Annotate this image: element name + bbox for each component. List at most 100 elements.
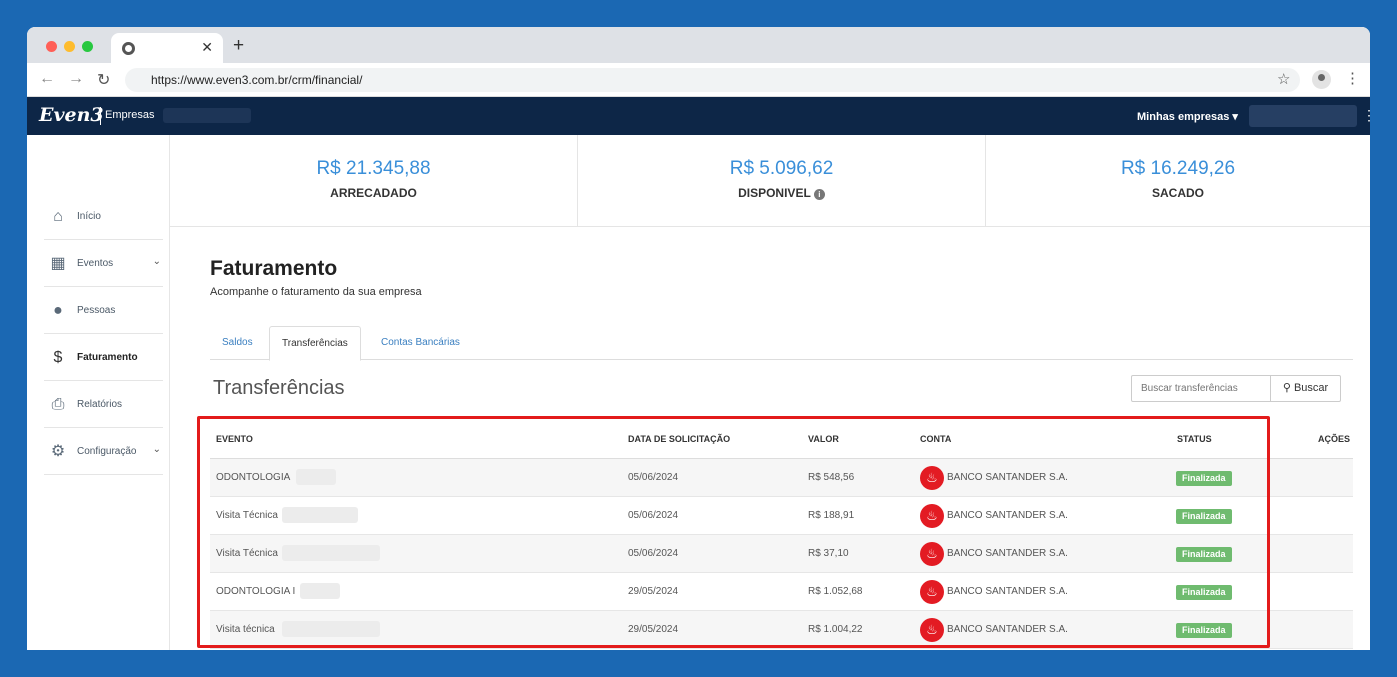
page-title: Faturamento: [210, 257, 338, 280]
stat-value: R$ 16.249,26: [1120, 158, 1236, 179]
redacted-text: [300, 583, 340, 599]
sidebar-item-pessoas[interactable]: ● Pessoas: [44, 287, 163, 334]
cell-account: BANCO SANTANDER S.A.: [947, 548, 1068, 559]
section-title: Transferências: [213, 377, 345, 399]
tab-contas-bancarias[interactable]: Contas Bancárias: [369, 326, 472, 360]
stat-value: R$ 21.345,88: [316, 158, 431, 179]
table-row[interactable]: Visita Técnica 05/06/2024 R$ 188,91 ♨ BA…: [210, 497, 1353, 535]
table-row[interactable]: ODONTOLOGIA I 29/05/2024 R$ 1.052,68 ♨ B…: [210, 573, 1353, 611]
main-panel: Faturamento Acompanhe o faturamento da s…: [170, 227, 1370, 650]
browser-tab[interactable]: ✕: [111, 33, 223, 63]
status-badge: Finalizada: [1176, 585, 1232, 600]
stat-label: ARRECADADO: [330, 186, 417, 200]
table-header: EVENTO DATA DE SOLICITAÇÃO VALOR CONTA S…: [210, 424, 1353, 459]
minimize-window-button[interactable]: [64, 41, 75, 52]
search-button[interactable]: ⚲ Buscar: [1270, 375, 1341, 402]
tab-transferencias[interactable]: Transferências: [269, 326, 361, 361]
header-divider: [100, 107, 101, 125]
sidebar-item-relatorios[interactable]: ⎙ Relatórios: [44, 381, 163, 428]
redacted-text: [282, 621, 380, 637]
search-button-label: Buscar: [1293, 382, 1329, 394]
maximize-window-button[interactable]: [82, 41, 93, 52]
column-header-conta[interactable]: CONTA: [920, 434, 951, 444]
santander-logo-icon: ♨: [920, 504, 944, 528]
cell-account: BANCO SANTANDER S.A.: [947, 472, 1068, 483]
browser-tabbar: ✕ +: [27, 27, 1370, 63]
new-tab-button[interactable]: +: [233, 35, 244, 57]
redacted-user-name[interactable]: [1249, 105, 1357, 127]
sidebar-item-faturamento[interactable]: $ Faturamento: [44, 334, 163, 381]
page-subtitle: Acompanhe o faturamento da sua empresa: [210, 286, 422, 298]
even3-logo[interactable]: Even3: [39, 104, 104, 126]
url-field[interactable]: https://www.even3.com.br/crm/financial/: [125, 68, 1300, 92]
cell-date: 29/05/2024: [628, 586, 679, 597]
redacted-text: [282, 545, 380, 561]
search-icon: ⚲: [1282, 382, 1291, 394]
column-header-valor[interactable]: VALOR: [808, 434, 839, 444]
home-icon: ⌂: [53, 208, 63, 225]
sidebar: ⌂ Início ▦ Eventos ⌄ ● Pessoas $ Faturam…: [27, 135, 170, 650]
sidebar-item-label: Faturamento: [77, 352, 138, 363]
bookmark-star-icon[interactable]: ☆: [1277, 70, 1290, 88]
app-header: Even3 Empresas Minhas empresas ▾ ⋮: [27, 97, 1370, 135]
cell-event: Visita Técnica: [216, 510, 278, 521]
cell-event: ODONTOLOGIA I: [216, 586, 296, 597]
cell-event: Visita Técnica: [216, 548, 278, 559]
profile-avatar-icon[interactable]: [1312, 70, 1331, 89]
table-row[interactable]: Visita técnica 29/05/2024 R$ 1.004,22 ♨ …: [210, 611, 1353, 649]
back-icon[interactable]: ←: [39, 70, 55, 88]
search-input[interactable]: [1131, 375, 1271, 402]
tab-saldos[interactable]: Saldos: [210, 326, 265, 360]
stat-sacado: R$ 16.249,26 SACADO: [986, 135, 1370, 227]
stat-label-row: DISPONIVEL i: [578, 186, 985, 200]
close-tab-icon[interactable]: ✕: [201, 39, 213, 56]
header-menu-icon[interactable]: ⋮: [1362, 107, 1370, 124]
sidebar-item-label: Pessoas: [77, 305, 116, 316]
column-header-evento[interactable]: EVENTO: [216, 434, 253, 444]
cell-event: ODONTOLOGIA: [216, 472, 291, 483]
companies-menu[interactable]: Minhas empresas ▾: [1137, 110, 1238, 123]
sidebar-item-label: Configuração: [77, 446, 137, 457]
sidebar-item-configuracao[interactable]: ⚙ Configuração ⌄: [44, 428, 163, 475]
info-icon[interactable]: i: [813, 189, 825, 200]
chevron-down-icon: ⌄: [152, 444, 161, 455]
address-bar-row: ← → ↻ https://www.even3.com.br/crm/finan…: [27, 63, 1370, 97]
sidebar-item-inicio[interactable]: ⌂ Início: [44, 193, 163, 240]
table-row[interactable]: Visita Técnica 05/06/2024 R$ 37,10 ♨ BAN…: [210, 535, 1353, 573]
chrome-icon: [122, 42, 135, 55]
cell-date: 05/06/2024: [628, 472, 679, 483]
cell-value: R$ 1.004,22: [808, 624, 863, 635]
gears-icon: ⚙: [50, 443, 66, 460]
sidebar-item-eventos[interactable]: ▦ Eventos ⌄: [44, 240, 163, 287]
stat-value: R$ 5.096,62: [729, 158, 834, 179]
stat-disponivel: R$ 5.096,62 DISPONIVEL i: [578, 135, 986, 227]
santander-logo-icon: ♨: [920, 466, 944, 490]
cell-date: 05/06/2024: [628, 548, 679, 559]
column-header-data[interactable]: DATA DE SOLICITAÇÃO: [628, 434, 730, 444]
status-badge: Finalizada: [1176, 547, 1232, 562]
person-icon: ●: [53, 302, 63, 319]
browser-window: ✕ + ← → ↻ https://www.even3.com.br/crm/f…: [27, 27, 1370, 650]
money-bag-icon: $: [53, 349, 63, 366]
stat-label: DISPONIVEL: [738, 186, 811, 200]
cell-value: R$ 37,10: [808, 548, 849, 559]
stat-label: SACADO: [1151, 186, 1204, 200]
header-section-label: Empresas: [105, 109, 155, 121]
cell-value: R$ 1.052,68: [808, 586, 863, 597]
status-badge: Finalizada: [1176, 471, 1232, 486]
browser-menu-icon[interactable]: ⋮: [1345, 69, 1360, 87]
column-header-status[interactable]: STATUS: [1177, 434, 1212, 444]
status-badge: Finalizada: [1176, 623, 1232, 638]
sidebar-item-label: Início: [77, 211, 101, 222]
printer-icon: ⎙: [51, 396, 65, 413]
table-row[interactable]: ODONTOLOGIA 05/06/2024 R$ 548,56 ♨ BANCO…: [210, 459, 1353, 497]
cell-account: BANCO SANTANDER S.A.: [947, 586, 1068, 597]
close-window-button[interactable]: [46, 41, 57, 52]
reload-icon[interactable]: ↻: [97, 70, 110, 90]
cell-date: 05/06/2024: [628, 510, 679, 521]
redacted-text: [282, 507, 358, 523]
forward-icon[interactable]: →: [68, 70, 84, 88]
window-controls: [46, 41, 93, 52]
stat-arrecadado: R$ 21.345,88 ARRECADADO: [170, 135, 578, 227]
sidebar-item-label: Eventos: [77, 258, 114, 269]
